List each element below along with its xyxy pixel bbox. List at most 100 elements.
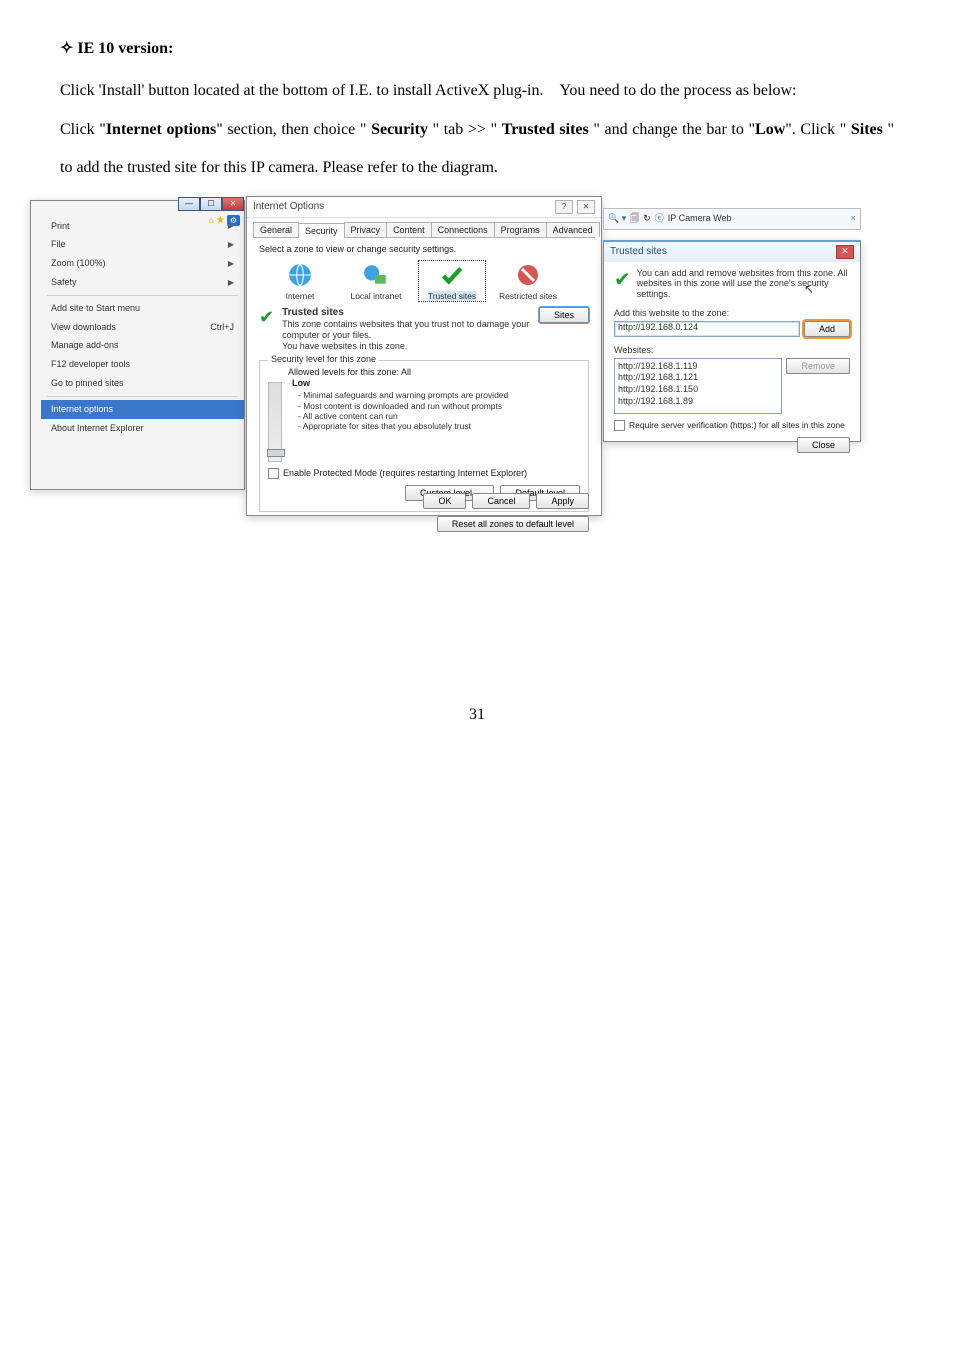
ts-title-text: Trusted sites bbox=[610, 246, 667, 258]
tools-menu-panel: — ☐ ✕ ⌂ ★ ⚙ Print▶ File▶ Zoom (100%)▶ Sa… bbox=[30, 200, 245, 490]
require-https-checkbox[interactable] bbox=[614, 420, 625, 431]
refresh-icon[interactable]: ↻ bbox=[643, 213, 651, 224]
close-button[interactable]: ✕ bbox=[222, 197, 244, 211]
menu-item-view-downloads[interactable]: View downloadsCtrl+J bbox=[41, 318, 244, 337]
tab-programs[interactable]: Programs bbox=[494, 222, 547, 238]
zone-trusted-sites[interactable]: Trusted sites bbox=[419, 261, 485, 301]
chevron-right-icon: ▶ bbox=[228, 240, 234, 250]
list-item[interactable]: http://192.168.1.119 bbox=[618, 361, 778, 373]
menu-item-pinned[interactable]: Go to pinned sites bbox=[41, 374, 244, 393]
add-button[interactable]: Add bbox=[804, 321, 850, 337]
security-slider[interactable] bbox=[268, 382, 282, 462]
tools-toolbar-icons: ⌂ ★ ⚙ bbox=[208, 215, 240, 227]
tab-privacy[interactable]: Privacy bbox=[344, 222, 388, 238]
zone-restricted[interactable]: Restricted sites bbox=[495, 261, 561, 301]
chevron-right-icon: ▶ bbox=[228, 259, 234, 269]
io-tabs: General Security Privacy Content Connect… bbox=[253, 222, 595, 239]
ts-close-button[interactable]: Close bbox=[797, 437, 850, 453]
level-bullet: Minimal safeguards and warning prompts a… bbox=[292, 390, 508, 400]
io-title-bar: Internet Options ? ✕ bbox=[247, 197, 601, 218]
favorites-icon[interactable]: ★ bbox=[216, 215, 225, 227]
ok-button[interactable]: OK bbox=[423, 493, 466, 509]
websites-listbox[interactable]: http://192.168.1.119 http://192.168.1.12… bbox=[614, 358, 782, 414]
list-item[interactable]: http://192.168.1.150 bbox=[618, 384, 778, 396]
add-website-input[interactable]: http://192.168.0.124 bbox=[614, 321, 800, 337]
help-button[interactable]: ? bbox=[555, 200, 573, 214]
io-title-text: Internet Options bbox=[253, 201, 324, 213]
tab-advanced[interactable]: Advanced bbox=[546, 222, 600, 238]
protected-mode-checkbox[interactable] bbox=[268, 468, 279, 479]
sites-button[interactable]: Sites bbox=[539, 307, 589, 323]
reading-mode-icon[interactable]: 🗐 bbox=[630, 213, 639, 224]
paragraph-2: Click "Internet options" section, then c… bbox=[60, 111, 894, 188]
level-bullet: All active content can run bbox=[292, 411, 508, 421]
allowed-levels-label: Allowed levels for this zone: All bbox=[288, 367, 580, 378]
restricted-icon bbox=[514, 261, 542, 289]
paragraph-1: Click 'Install' button located at the bo… bbox=[60, 72, 894, 110]
screenshot-figure: — ☐ ✕ ⌂ ★ ⚙ Print▶ File▶ Zoom (100%)▶ Sa… bbox=[30, 196, 864, 516]
reset-zones-button[interactable]: Reset all zones to default level bbox=[437, 516, 589, 532]
search-icon[interactable]: 🔍 ▾ bbox=[608, 213, 626, 224]
heading-text: IE 10 version: bbox=[77, 40, 173, 57]
menu-item-manage-addons[interactable]: Manage add-ons bbox=[41, 336, 244, 355]
check-icon bbox=[438, 261, 466, 289]
protected-mode-row[interactable]: Enable Protected Mode (requires restarti… bbox=[268, 468, 580, 479]
internet-options-dialog: Internet Options ? ✕ General Security Pr… bbox=[246, 196, 602, 516]
check-icon: ✔ bbox=[259, 307, 274, 329]
home-icon[interactable]: ⌂ bbox=[208, 215, 213, 226]
trusted-sites-dialog: Trusted sites ✕ ✔ You can add and remove… bbox=[603, 240, 861, 442]
globe-icon bbox=[286, 261, 314, 289]
security-level-group: Security level for this zone Allowed lev… bbox=[259, 360, 589, 512]
zone-description: ✔ Trusted sites This zone contains websi… bbox=[259, 307, 589, 351]
check-icon: ✔ bbox=[614, 268, 631, 292]
tab-content[interactable]: Content bbox=[386, 222, 432, 238]
apply-button[interactable]: Apply bbox=[536, 493, 589, 509]
intranet-icon bbox=[362, 261, 390, 289]
browser-tab-bar: 🔍 ▾ 🗐 ↻ ⓔ IP Camera Web × bbox=[603, 208, 861, 230]
level-bullet: Appropriate for sites that you absolutel… bbox=[292, 421, 508, 431]
zone-desc-line1: This zone contains websites that you tru… bbox=[282, 319, 531, 341]
require-https-label: Require server verification (https:) for… bbox=[629, 420, 845, 430]
add-website-label: Add this website to the zone: bbox=[614, 308, 729, 318]
cursor-icon: ↖ bbox=[804, 282, 814, 296]
require-https-row[interactable]: Require server verification (https:) for… bbox=[614, 420, 850, 431]
ie-favicon-icon: ⓔ bbox=[655, 213, 664, 224]
tab-security[interactable]: Security bbox=[298, 223, 345, 239]
close-button[interactable]: ✕ bbox=[577, 200, 595, 214]
menu-item-f12[interactable]: F12 developer tools bbox=[41, 355, 244, 374]
list-item[interactable]: http://192.168.1.121 bbox=[618, 372, 778, 384]
protected-mode-label: Enable Protected Mode (requires restarti… bbox=[283, 468, 527, 479]
tools-menu-list: Print▶ File▶ Zoom (100%)▶ Safety▶ Add si… bbox=[31, 201, 244, 438]
menu-item-about[interactable]: About Internet Explorer bbox=[41, 419, 244, 438]
menu-item-zoom[interactable]: Zoom (100%)▶ bbox=[41, 254, 244, 273]
io-footer-buttons: OK Cancel Apply bbox=[423, 493, 589, 509]
shortcut-label: Ctrl+J bbox=[210, 322, 234, 333]
minimize-button[interactable]: — bbox=[178, 197, 200, 211]
zone-desc-title: Trusted sites bbox=[282, 307, 531, 319]
menu-item-add-start[interactable]: Add site to Start menu bbox=[41, 299, 244, 318]
ts-intro-text: You can add and remove websites from thi… bbox=[637, 268, 850, 300]
zone-local-intranet[interactable]: Local intranet bbox=[343, 261, 409, 301]
remove-button[interactable]: Remove bbox=[786, 358, 850, 374]
zone-desc-line2: You have websites in this zone. bbox=[282, 341, 531, 352]
diamond-icon: ✧ bbox=[60, 40, 73, 57]
level-name: Low bbox=[292, 378, 508, 389]
menu-item-file[interactable]: File▶ bbox=[41, 235, 244, 254]
ts-close-button[interactable]: ✕ bbox=[836, 245, 854, 259]
zone-internet[interactable]: Internet bbox=[267, 261, 333, 301]
maximize-button[interactable]: ☐ bbox=[200, 197, 222, 211]
gear-icon[interactable]: ⚙ bbox=[227, 215, 240, 227]
zone-icons-row: Internet Local intranet Trusted sites Re… bbox=[267, 261, 589, 301]
tab-close-icon[interactable]: × bbox=[851, 213, 856, 224]
list-item[interactable]: http://192.168.1.89 bbox=[618, 396, 778, 408]
menu-item-internet-options[interactable]: Internet options bbox=[41, 400, 244, 419]
cancel-button[interactable]: Cancel bbox=[472, 493, 530, 509]
ts-title-bar: Trusted sites ✕ bbox=[604, 242, 860, 262]
page-number: 31 bbox=[60, 696, 894, 734]
tab-connections[interactable]: Connections bbox=[431, 222, 495, 238]
level-bullet: Most content is downloaded and run witho… bbox=[292, 401, 508, 411]
menu-item-safety[interactable]: Safety▶ bbox=[41, 273, 244, 292]
tab-general[interactable]: General bbox=[253, 222, 299, 238]
tools-window-buttons: — ☐ ✕ bbox=[178, 197, 244, 211]
browser-tab-title[interactable]: IP Camera Web bbox=[668, 213, 847, 224]
